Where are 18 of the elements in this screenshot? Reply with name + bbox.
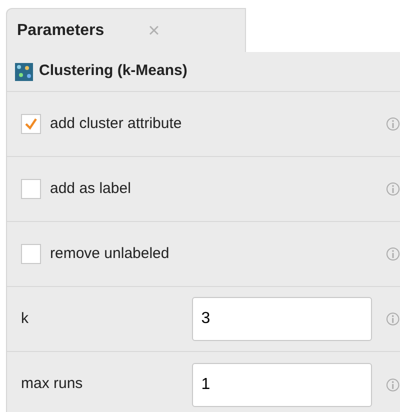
parameter-label: max runs	[21, 374, 84, 394]
parameter-label: k	[21, 308, 30, 329]
number-field[interactable]: 1	[192, 362, 372, 406]
info-icon[interactable]	[386, 247, 400, 261]
checkbox[interactable]	[21, 244, 41, 264]
checkbox-label: remove unlabeled	[50, 244, 170, 264]
checkbox[interactable]	[21, 114, 41, 134]
checkbox[interactable]	[21, 179, 41, 199]
info-icon[interactable]	[386, 378, 400, 392]
parameters-tab[interactable]: Parameters ×	[6, 8, 246, 52]
operator-title: Clustering (k-Means)	[39, 61, 188, 82]
checkbox-label: add cluster attribute	[50, 114, 183, 134]
info-icon[interactable]	[386, 117, 400, 131]
info-icon[interactable]	[386, 312, 400, 326]
number-field[interactable]: 3	[192, 297, 372, 341]
info-icon[interactable]	[386, 182, 400, 196]
checkbox-label: add as label	[50, 178, 132, 199]
clustering-icon	[15, 62, 33, 80]
